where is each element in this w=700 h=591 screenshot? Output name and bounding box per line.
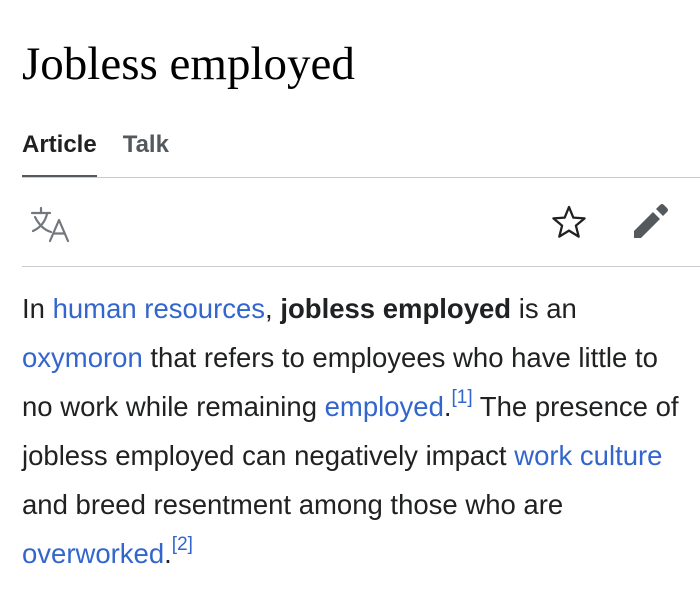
link-overworked[interactable]: overworked bbox=[22, 538, 164, 569]
citation-link-2[interactable]: [2] bbox=[172, 534, 193, 555]
text-segment: and breed resentment among those who are bbox=[22, 489, 564, 520]
text-segment: . bbox=[443, 391, 452, 422]
star-icon[interactable] bbox=[548, 202, 590, 244]
bold-term: jobless employed bbox=[280, 293, 512, 324]
namespace-tabs: Article Talk bbox=[22, 128, 169, 178]
link-oxymoron[interactable]: oxymoron bbox=[22, 342, 143, 373]
text-segment: In bbox=[22, 293, 53, 324]
link-human-resources[interactable]: human resources bbox=[53, 293, 265, 324]
article-page: Jobless employed Article Talk In human r… bbox=[0, 0, 700, 591]
article-lead-paragraph: In human resources, jobless employed is … bbox=[22, 284, 682, 578]
link-employed[interactable]: employed bbox=[325, 391, 444, 422]
link-work-culture[interactable]: work culture bbox=[514, 440, 662, 471]
text-segment: . bbox=[164, 538, 172, 569]
tabs-divider bbox=[22, 177, 700, 178]
pencil-icon[interactable] bbox=[628, 200, 672, 244]
translate-icon[interactable] bbox=[26, 204, 74, 244]
toolbar-divider bbox=[22, 266, 700, 267]
citation-link-1[interactable]: [1] bbox=[452, 387, 473, 408]
tab-article[interactable]: Article bbox=[22, 128, 97, 178]
text-segment: is an bbox=[511, 293, 577, 324]
citation-2: [2] bbox=[172, 534, 193, 555]
citation-1: [1] bbox=[452, 387, 473, 408]
text-segment: , bbox=[265, 293, 281, 324]
tab-talk[interactable]: Talk bbox=[123, 128, 169, 178]
page-title: Jobless employed bbox=[22, 38, 355, 90]
